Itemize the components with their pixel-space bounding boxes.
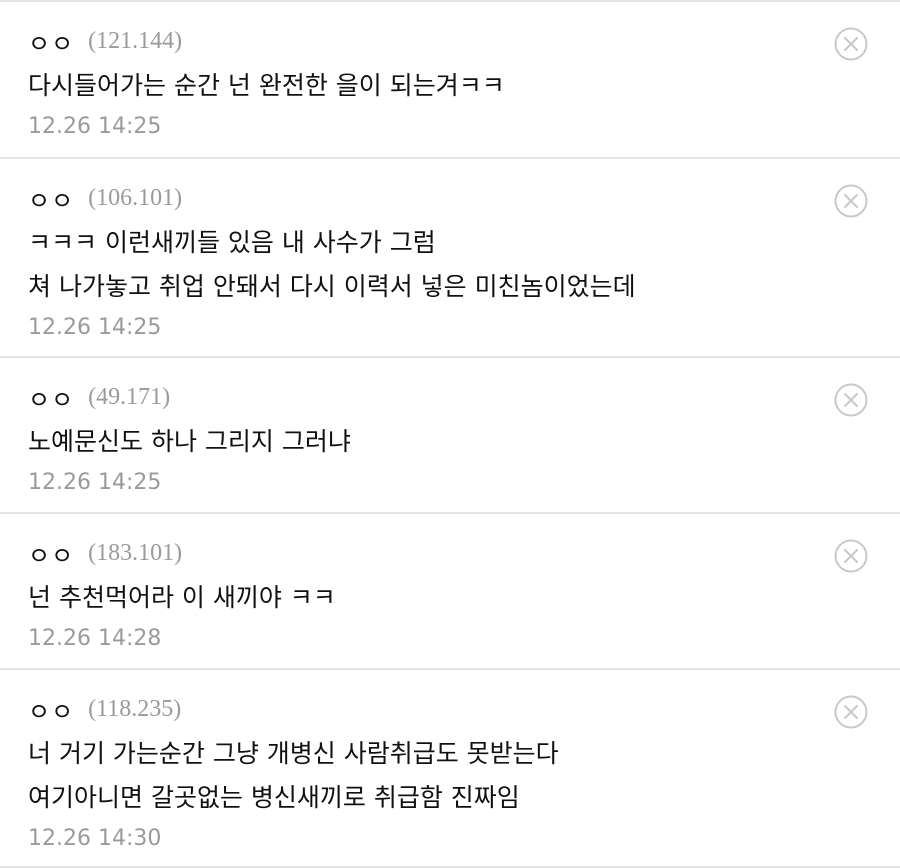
comment-item: ㅇㅇ (49.171) 노예문신도 하나 그리지 그러냐 12.26 14:25 [0,358,900,514]
comment-meta: ㅇㅇ (106.101) [28,184,872,215]
delete-comment-button[interactable] [833,538,869,574]
comment-body: 너 거기 가는순간 그냥 개병신 사람취급도 못받는다 여기아니면 갈곳없는 병… [28,732,872,820]
comment-meta: ㅇㅇ (183.101) [28,539,872,570]
comment-text-line: 다시들어가는 순간 넌 완전한 을이 되는겨ㅋㅋ [28,71,505,100]
comment-author: ㅇㅇ [28,541,75,570]
comment-timestamp: 12.26 14:30 [28,826,162,851]
comment-text-line: ㅋㅋㅋ 이런새끼들 있음 내 사수가 그럼 [28,228,436,257]
comment-body: 노예문신도 하나 그리지 그러냐 [28,420,872,464]
comment-author: ㅇㅇ [28,186,75,215]
close-circle-icon [834,539,868,573]
comment-list: ㅇㅇ (121.144) 다시들어가는 순간 넌 완전한 을이 되는겨ㅋㅋ 12… [0,2,900,868]
comment-ip: (183.101) [88,539,183,566]
comment-text-line: 노예문신도 하나 그리지 그러냐 [28,427,351,456]
comment-author: ㅇㅇ [28,697,75,726]
delete-comment-button[interactable] [833,694,869,730]
comment-text-line: 너 거기 가는순간 그냥 개병신 사람취급도 못받는다 [28,739,559,768]
comment-ip: (49.171) [88,383,171,410]
comment-item: ㅇㅇ (118.235) 너 거기 가는순간 그냥 개병신 사람취급도 못받는다… [0,670,900,868]
comment-meta: ㅇㅇ (118.235) [28,695,872,726]
comment-body: ㅋㅋㅋ 이런새끼들 있음 내 사수가 그럼 쳐 나가놓고 취업 안돼서 다시 이… [28,221,872,309]
comment-text-line: 쳐 나가놓고 취업 안돼서 다시 이력서 넣은 미친놈이었는데 [28,272,636,301]
comment-text-line: 여기아니면 갈곳없는 병신새끼로 취급함 진짜임 [28,783,520,812]
comment-ip: (121.144) [88,27,183,54]
comment-item: ㅇㅇ (106.101) ㅋㅋㅋ 이런새끼들 있음 내 사수가 그럼 쳐 나가놓… [0,159,900,358]
comment-body: 넌 추천먹어라 이 새끼야 ㅋㅋ [28,576,872,620]
comment-timestamp: 12.26 14:28 [28,626,162,651]
comment-author: ㅇㅇ [28,29,75,58]
close-circle-icon [834,695,868,729]
comment-timestamp: 12.26 14:25 [28,114,162,139]
close-circle-icon [834,27,868,61]
comment-meta: ㅇㅇ (49.171) [28,383,872,414]
delete-comment-button[interactable] [833,183,869,219]
comment-item: ㅇㅇ (183.101) 넌 추천먹어라 이 새끼야 ㅋㅋ 12.26 14:2… [0,514,900,670]
comment-ip: (118.235) [88,695,182,722]
delete-comment-button[interactable] [833,26,869,62]
close-circle-icon [834,184,868,218]
comment-item: ㅇㅇ (121.144) 다시들어가는 순간 넌 완전한 을이 되는겨ㅋㅋ 12… [0,2,900,159]
comment-timestamp: 12.26 14:25 [28,470,162,495]
comment-ip: (106.101) [88,184,183,211]
comment-author: ㅇㅇ [28,385,75,414]
comment-meta: ㅇㅇ (121.144) [28,27,872,58]
comment-body: 다시들어가는 순간 넌 완전한 을이 되는겨ㅋㅋ [28,64,872,108]
close-circle-icon [834,383,868,417]
delete-comment-button[interactable] [833,382,869,418]
comment-text-line: 넌 추천먹어라 이 새끼야 ㅋㅋ [28,583,336,612]
comment-timestamp: 12.26 14:25 [28,315,162,340]
